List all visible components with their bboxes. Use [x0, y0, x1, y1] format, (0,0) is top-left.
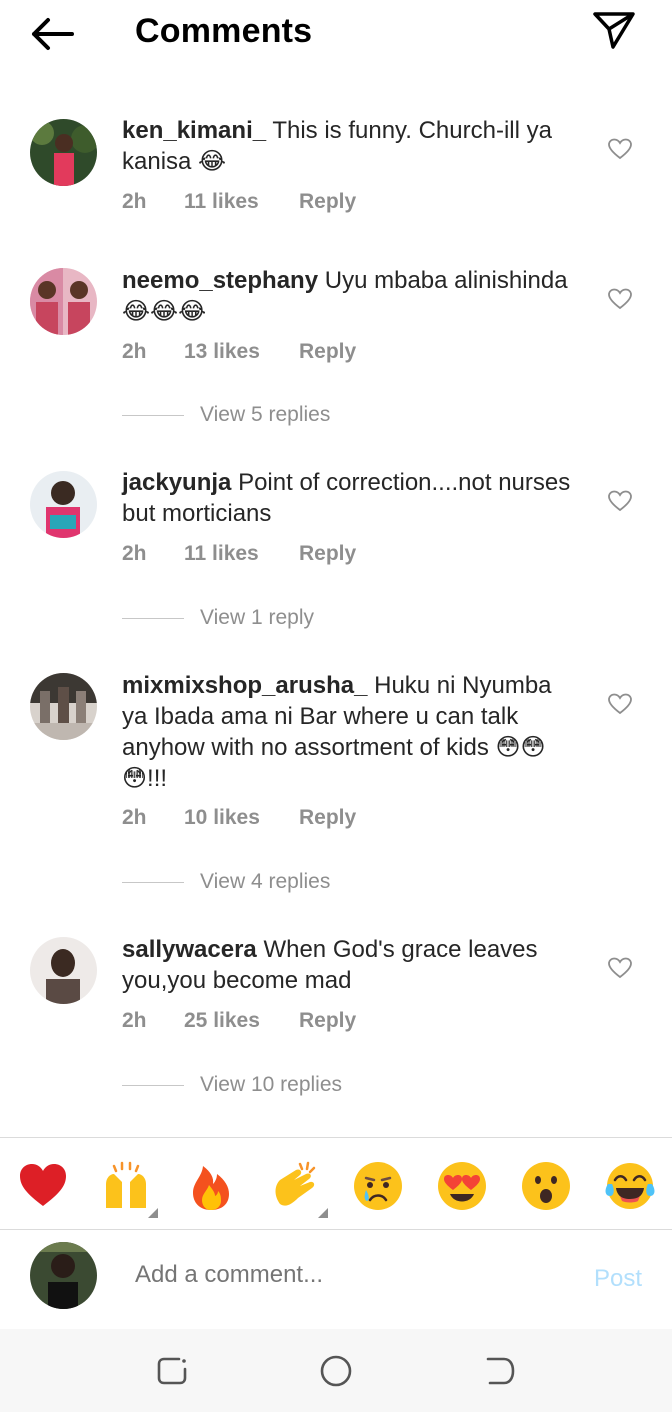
comment-meta: 2h 11 likes Reply: [122, 190, 356, 214]
likes-count[interactable]: 11 likes: [184, 542, 299, 566]
current-user-avatar: [30, 1242, 97, 1309]
likes-count[interactable]: 13 likes: [184, 340, 299, 364]
home-icon[interactable]: [316, 1351, 356, 1391]
username[interactable]: mixmixshop_arusha_: [122, 672, 367, 699]
red-heart-reaction[interactable]: [17, 1160, 69, 1212]
username[interactable]: ken_kimani_: [122, 117, 266, 144]
skin-tone-indicator: [148, 1208, 158, 1218]
view-replies-label: View 10 replies: [200, 1073, 343, 1096]
comment-body: ken_kimani_ This is funny. Church-ill ya…: [122, 115, 577, 177]
replies-divider: [122, 881, 184, 883]
view-replies-label: View 5 replies: [200, 403, 331, 426]
avatar[interactable]: [30, 937, 97, 1004]
view-replies-label: View 4 replies: [200, 870, 331, 893]
heart-eyes-reaction[interactable]: [436, 1160, 488, 1212]
send-icon[interactable]: [592, 10, 636, 50]
back-icon[interactable]: [480, 1351, 520, 1391]
heart-icon[interactable]: [608, 288, 632, 310]
clapping-hands-reaction[interactable]: [270, 1160, 328, 1218]
system-navigation-bar: [0, 1329, 672, 1412]
comment-body: jackyunja Point of correction....not nur…: [122, 467, 577, 529]
top-bar: Comments: [0, 0, 672, 66]
comment-meta: 2h 11 likes Reply: [122, 542, 356, 566]
heart-icon[interactable]: [608, 957, 632, 979]
fire-reaction[interactable]: [185, 1160, 237, 1212]
view-replies-button[interactable]: View 1 reply: [122, 606, 314, 630]
view-replies-button[interactable]: View 5 replies: [122, 403, 330, 427]
quick-reactions-bar: [0, 1137, 672, 1230]
comment-input[interactable]: [135, 1261, 555, 1289]
crying-face-reaction[interactable]: [352, 1160, 404, 1212]
page-title: Comments: [135, 12, 313, 50]
comment-body: neemo_stephany Uyu mbaba alinishinda 😂😂😂: [122, 265, 577, 327]
reply-button[interactable]: Reply: [299, 340, 356, 364]
comment-meta: 2h 13 likes Reply: [122, 340, 356, 364]
comment-time: 2h: [122, 1009, 147, 1032]
surprised-face-reaction[interactable]: [520, 1160, 572, 1212]
avatar[interactable]: [30, 673, 97, 740]
avatar[interactable]: [30, 268, 97, 335]
view-replies-label: View 1 reply: [200, 606, 315, 629]
comment-meta: 2h 25 likes Reply: [122, 1009, 356, 1033]
reply-button[interactable]: Reply: [299, 806, 356, 830]
likes-count[interactable]: 10 likes: [184, 806, 299, 830]
reply-button[interactable]: Reply: [299, 1009, 356, 1033]
likes-count[interactable]: 25 likes: [184, 1009, 299, 1033]
username[interactable]: neemo_stephany: [122, 267, 318, 294]
comment-meta: 2h 10 likes Reply: [122, 806, 356, 830]
replies-divider: [122, 617, 184, 619]
reply-button[interactable]: Reply: [299, 190, 356, 214]
raising-hands-reaction[interactable]: [100, 1160, 158, 1218]
comment-body: sallywacera When God's grace leaves you,…: [122, 934, 577, 996]
heart-icon[interactable]: [608, 138, 632, 160]
comment-time: 2h: [122, 542, 147, 565]
comment-time: 2h: [122, 190, 147, 213]
avatar[interactable]: [30, 471, 97, 538]
tears-of-joy-reaction[interactable]: [604, 1160, 656, 1212]
replies-divider: [122, 414, 184, 416]
heart-icon[interactable]: [608, 490, 632, 512]
likes-count[interactable]: 11 likes: [184, 190, 299, 214]
reply-button[interactable]: Reply: [299, 542, 356, 566]
view-replies-button[interactable]: View 4 replies: [122, 870, 330, 894]
skin-tone-indicator: [318, 1208, 328, 1218]
username[interactable]: sallywacera: [122, 936, 257, 963]
comment-time: 2h: [122, 340, 147, 363]
comment-time: 2h: [122, 806, 147, 829]
heart-icon[interactable]: [608, 693, 632, 715]
comment-composer: Post: [0, 1229, 672, 1329]
username[interactable]: jackyunja: [122, 469, 231, 496]
back-arrow-icon[interactable]: [28, 14, 76, 54]
comment-body: mixmixshop_arusha_ Huku ni Nyumba ya Iba…: [122, 670, 577, 794]
post-button[interactable]: Post: [594, 1265, 642, 1293]
recents-icon[interactable]: [152, 1351, 192, 1391]
avatar[interactable]: [30, 119, 97, 186]
view-replies-button[interactable]: View 10 replies: [122, 1073, 342, 1097]
replies-divider: [122, 1084, 184, 1086]
